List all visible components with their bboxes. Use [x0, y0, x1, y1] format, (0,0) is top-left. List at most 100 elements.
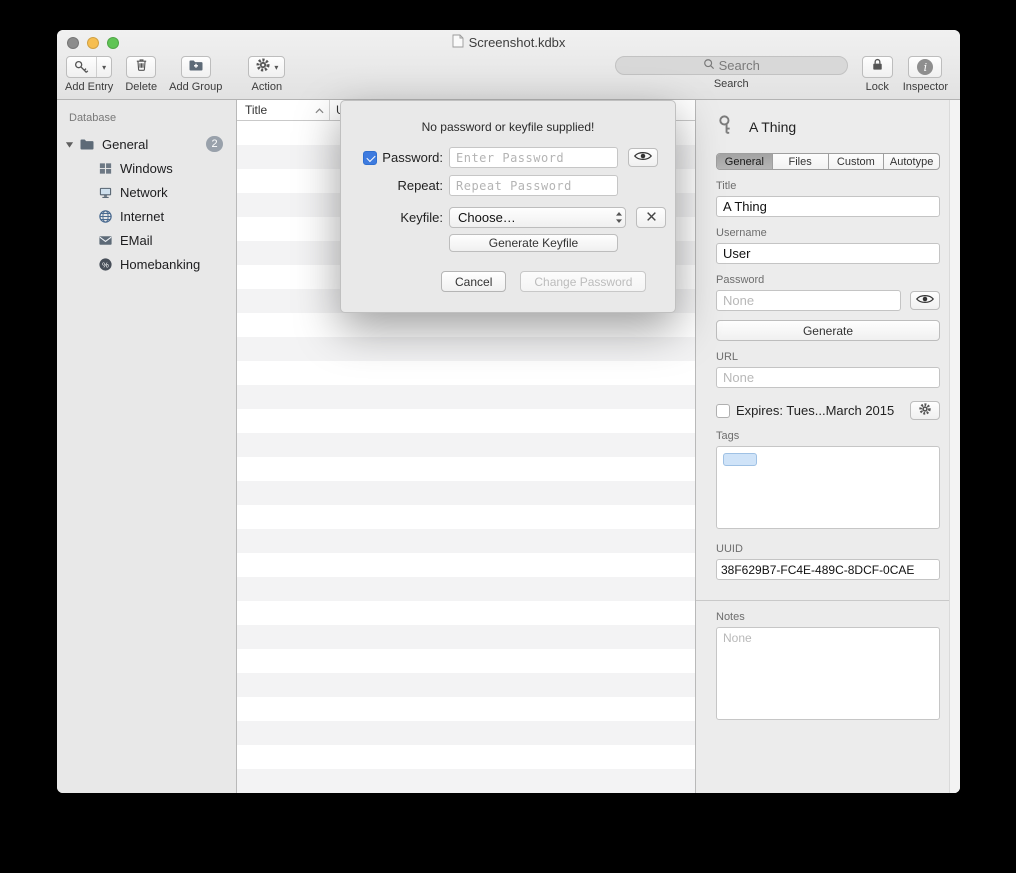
dialog-message: No password or keyfile supplied! — [341, 120, 675, 134]
reveal-password-button[interactable] — [628, 148, 658, 167]
inspector-panel: A Thing General Files Custom Autotype Ti… — [695, 100, 960, 793]
close-x-icon — [646, 210, 657, 225]
sidebar-item-homebanking[interactable]: % Homebanking — [57, 252, 236, 276]
section-divider — [696, 600, 960, 601]
sidebar-section-database: Database — [57, 108, 236, 132]
tab-general[interactable]: General — [717, 154, 773, 169]
add-group-button[interactable] — [181, 56, 211, 78]
sidebar-item-label: EMail — [120, 233, 153, 248]
dialog-password-row: Password: — [363, 147, 658, 168]
url-field-label: URL — [716, 351, 940, 363]
delete-label: Delete — [125, 81, 157, 93]
inspector-button[interactable]: i — [908, 56, 942, 78]
password-row — [716, 290, 940, 311]
uuid-label: UUID — [716, 543, 940, 555]
toolbar-inspector: i Inspector — [903, 56, 948, 93]
tags-box[interactable] — [716, 446, 940, 529]
sidebar-item-label: General — [102, 137, 148, 152]
folder-plus-icon — [188, 57, 204, 78]
expires-label: Expires: Tues...March 2015 — [736, 403, 894, 418]
action-label: Action — [252, 81, 283, 93]
generate-password-button[interactable]: Generate — [716, 320, 940, 341]
add-entry-label: Add Entry — [65, 81, 113, 93]
sidebar-item-general[interactable]: General 2 — [57, 132, 236, 156]
sidebar-item-label: Windows — [120, 161, 173, 176]
windows-icon — [97, 160, 113, 176]
sidebar-item-windows[interactable]: Windows — [57, 156, 236, 180]
column-header-title[interactable]: Title — [237, 100, 330, 120]
percent-icon: % — [97, 256, 113, 272]
change-password-button[interactable]: Change Password — [520, 271, 646, 292]
toolbar-search: Search Search — [615, 56, 848, 90]
dialog-actions: Cancel Change Password — [441, 271, 646, 292]
inspector-scrollbar[interactable] — [949, 100, 960, 793]
sidebar-item-email[interactable]: EMail — [57, 228, 236, 252]
eye-icon — [634, 150, 652, 165]
search-input[interactable]: Search — [615, 56, 848, 75]
password-input[interactable] — [449, 147, 618, 168]
search-icon — [703, 58, 715, 73]
inspector-tabs: General Files Custom Autotype — [716, 153, 940, 170]
envelope-icon — [97, 232, 113, 248]
keyfile-label: Keyfile: — [400, 210, 443, 225]
notes-field[interactable]: None — [716, 627, 940, 720]
stepper-icon — [615, 211, 623, 224]
sidebar: Database General 2 Windows — [57, 100, 237, 793]
delete-button[interactable] — [126, 56, 156, 78]
chevron-down-icon[interactable]: ▾ — [96, 57, 111, 77]
notes-label: Notes — [716, 611, 940, 623]
keyfile-popup-value: Choose… — [458, 210, 516, 225]
tab-custom[interactable]: Custom — [829, 154, 885, 169]
entry-header: A Thing — [716, 113, 940, 140]
generate-keyfile-button[interactable]: Generate Keyfile — [449, 234, 618, 252]
entry-title: A Thing — [749, 119, 796, 135]
toolbar-lock: Lock — [862, 56, 893, 93]
uuid-field[interactable] — [716, 559, 940, 580]
tab-files[interactable]: Files — [773, 154, 829, 169]
expires-row: Expires: Tues...March 2015 — [716, 401, 940, 420]
keyfile-popup-button[interactable]: Choose… — [449, 207, 626, 228]
sidebar-item-internet[interactable]: Internet — [57, 204, 236, 228]
title-field[interactable] — [716, 196, 940, 217]
lock-icon — [870, 57, 885, 77]
add-group-label: Add Group — [169, 81, 222, 93]
window-chrome: Screenshot.kdbx ▾ Add Entry — [57, 30, 960, 100]
url-field[interactable] — [716, 367, 940, 388]
folder-icon — [79, 136, 95, 152]
password-checkbox[interactable] — [363, 151, 377, 165]
toolbar-add-group: Add Group — [169, 56, 222, 93]
desktop-background: Screenshot.kdbx ▾ Add Entry — [0, 0, 1016, 873]
expires-settings-button[interactable] — [910, 401, 940, 420]
username-field[interactable] — [716, 243, 940, 264]
dialog-repeat-row: Repeat: — [363, 175, 618, 196]
gear-icon — [918, 402, 932, 419]
sidebar-item-label: Homebanking — [120, 257, 200, 272]
sidebar-item-network[interactable]: Network — [57, 180, 236, 204]
key-plus-icon — [67, 57, 96, 77]
lock-button[interactable] — [862, 56, 893, 78]
lock-label: Lock — [866, 81, 889, 93]
svg-text:%: % — [102, 260, 109, 269]
key-icon — [716, 113, 740, 140]
reveal-password-button[interactable] — [910, 291, 940, 310]
tab-autotype[interactable]: Autotype — [884, 154, 939, 169]
globe-icon — [97, 208, 113, 224]
cancel-button[interactable]: Cancel — [441, 271, 506, 292]
repeat-password-input[interactable] — [449, 175, 618, 196]
info-icon: i — [917, 59, 933, 75]
disclosure-triangle-icon[interactable] — [65, 139, 75, 149]
toolbar-add-entry: ▾ Add Entry — [65, 56, 113, 93]
add-entry-button[interactable]: ▾ — [66, 56, 112, 78]
tag-pill[interactable] — [723, 453, 757, 466]
expires-checkbox[interactable] — [716, 404, 730, 418]
password-dialog: No password or keyfile supplied! Passwor… — [340, 100, 676, 313]
title-field-label: Title — [716, 180, 940, 192]
clear-keyfile-button[interactable] — [636, 207, 666, 228]
app-window: Screenshot.kdbx ▾ Add Entry — [57, 30, 960, 793]
password-field[interactable] — [716, 290, 901, 311]
toolbar-action: ▾ Action — [248, 56, 285, 93]
inspector-label: Inspector — [903, 81, 948, 93]
action-button[interactable]: ▾ — [248, 56, 285, 78]
dialog-keyfile-row: Keyfile: Choose… — [363, 207, 666, 228]
chevron-down-icon: ▾ — [274, 63, 278, 72]
